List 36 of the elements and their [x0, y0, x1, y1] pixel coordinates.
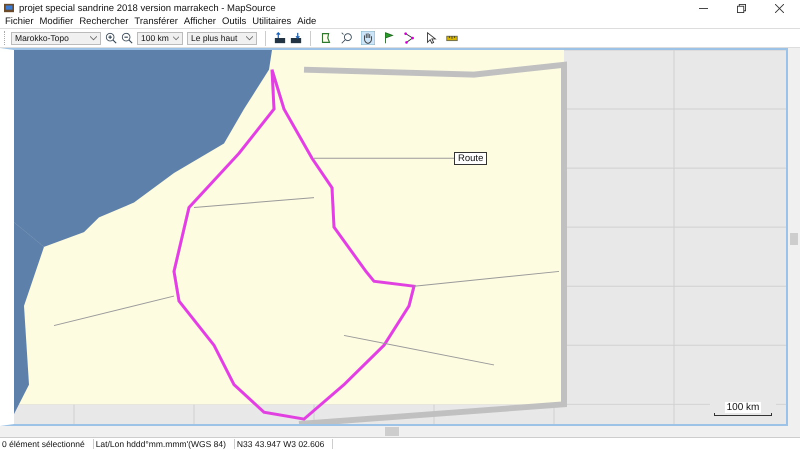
send-device-icon[interactable]: [290, 32, 302, 44]
map-product-dropdown[interactable]: Marokko-Topo: [11, 32, 101, 44]
menu-item[interactable]: Aide: [294, 16, 320, 26]
vertical-scrollbar[interactable]: [788, 48, 800, 437]
route-icon[interactable]: [403, 31, 417, 45]
zoom-in-icon[interactable]: [105, 32, 117, 44]
scale-bar: 100 km: [710, 402, 776, 416]
selection-count: 0 élément sélectionné: [0, 439, 94, 449]
flag-icon[interactable]: [382, 31, 396, 45]
menu-item[interactable]: Afficher: [180, 16, 219, 26]
caret-icon: [172, 36, 179, 40]
map-outline-icon[interactable]: [319, 31, 333, 45]
menu-item[interactable]: Transférer: [131, 16, 181, 26]
restore-icon[interactable]: [737, 4, 746, 12]
menu-item[interactable]: Modifier: [36, 16, 76, 26]
coordinate-format: Lat/Lon hddd°mm.mmm'(WGS 84): [94, 439, 235, 449]
cursor-position: N33 43.947 W3 02.606: [234, 439, 334, 449]
close-icon[interactable]: [775, 4, 784, 12]
receive-device-icon[interactable]: [274, 32, 286, 44]
map-tooltip: Route: [454, 152, 488, 165]
window-title: projet special sandrine 2018 version marrakech - MapSource: [19, 2, 276, 14]
zoom-out-icon[interactable]: [121, 32, 133, 44]
caret-icon: [246, 36, 253, 40]
detail-dropdown[interactable]: Le plus haut: [187, 32, 257, 44]
horizontal-scrollbar[interactable]: [0, 426, 788, 437]
map-drawing[interactable]: [14, 50, 786, 424]
menu-item[interactable]: Rechercher: [76, 16, 132, 26]
app-icon: [4, 3, 14, 13]
zoom-level-dropdown[interactable]: 100 km: [137, 32, 183, 44]
menu-item[interactable]: Utilitaires: [249, 16, 294, 26]
hand-icon[interactable]: [361, 31, 375, 45]
menu-item[interactable]: Outils: [218, 16, 250, 26]
zoom-icon[interactable]: [340, 31, 354, 45]
menu-item[interactable]: Fichier: [2, 16, 37, 26]
caret-icon: [90, 36, 97, 40]
pointer-icon[interactable]: [424, 31, 438, 45]
